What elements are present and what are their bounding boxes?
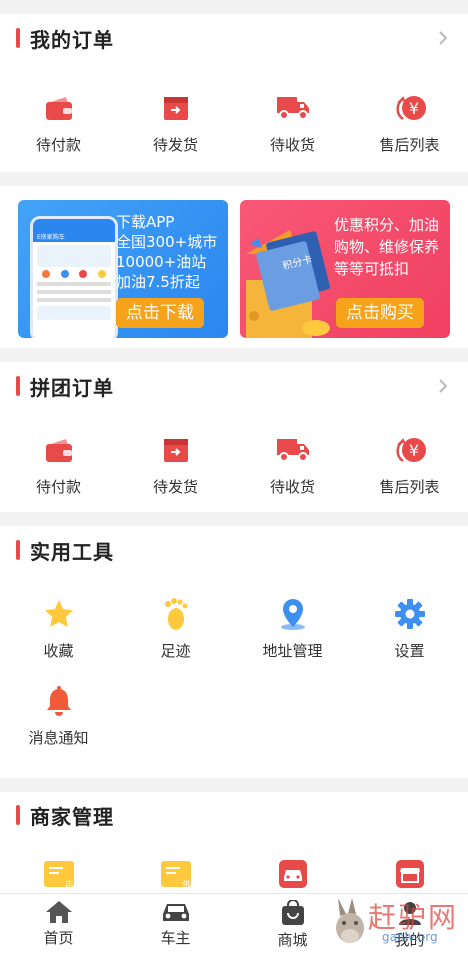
user-icon [398, 902, 421, 925]
car-icon [162, 904, 189, 921]
phone-mockup: E房家购车 [30, 216, 118, 338]
buy-button[interactable]: 点击购买 [336, 298, 424, 328]
tool-label: 足迹 [160, 642, 191, 660]
refund-yen-icon: ¥ [392, 90, 428, 126]
order-label: 待发货 [152, 136, 198, 154]
order-pending-receipt[interactable]: 待收货 [234, 90, 351, 155]
tool-settings[interactable]: 设置 [351, 596, 468, 661]
tab-car-owner[interactable]: 车主 [117, 894, 234, 954]
gift-box-illustration: 积分卡 [242, 224, 332, 338]
section-title: 拼团订单 [30, 375, 114, 400]
home-icon [45, 901, 72, 923]
wallet-icon [41, 432, 77, 468]
order-label: 待收货 [269, 136, 315, 154]
tab-label: 我的 [394, 931, 425, 949]
order-label: 待付款 [35, 478, 81, 496]
refund-yen-icon: ¥ [392, 432, 428, 468]
shopping-bag-icon [281, 900, 304, 925]
ship-box-icon [158, 432, 194, 468]
shop-doc-icon: 店 [41, 856, 77, 892]
download-button[interactable]: 点击下载 [116, 298, 204, 328]
supplier-doc-icon: 供 [158, 856, 194, 892]
tool-notifications[interactable]: 消息通知 [0, 683, 117, 748]
order-label: 待收货 [269, 478, 315, 496]
banner-line: 购物、维修保养 [334, 238, 440, 256]
chevron-right-icon[interactable] [434, 377, 452, 395]
group-order-pending-payment[interactable]: 待付款 [0, 432, 117, 497]
order-label: 待付款 [35, 136, 81, 154]
merchant-header: 商家管理 [0, 792, 468, 838]
group-order-pending-shipment[interactable]: 待发货 [117, 432, 234, 497]
tab-label: 车主 [160, 929, 191, 947]
car-square-icon [275, 856, 311, 892]
merchant-shop[interactable]: 店 [0, 856, 117, 892]
star-icon [41, 596, 77, 632]
banner-line: 加油7.5折起 [116, 273, 200, 291]
group-orders-header[interactable]: 拼团订单 [0, 362, 468, 410]
section-accent-bar [16, 28, 20, 48]
section-accent-bar [16, 540, 20, 560]
tool-label: 地址管理 [262, 642, 323, 660]
order-pending-payment[interactable]: 待付款 [0, 90, 117, 155]
section-accent-bar [16, 805, 20, 825]
buy-points-banner[interactable]: 积分卡 优惠积分、加油 购物、维修保养 等等可抵扣 点击购买 [240, 200, 450, 338]
tab-mall[interactable]: 商城 [234, 894, 351, 954]
section-accent-bar [16, 376, 20, 396]
merchant-badge: 供 [182, 880, 191, 889]
gear-icon [392, 596, 428, 632]
tool-favorites[interactable]: 收藏 [0, 596, 117, 661]
section-title: 我的订单 [30, 27, 114, 52]
my-orders-header[interactable]: 我的订单 [0, 14, 468, 62]
truck-icon [275, 432, 311, 468]
tab-label: 首页 [43, 929, 74, 947]
tool-footprint[interactable]: 足迹 [117, 596, 234, 661]
section-title: 商家管理 [30, 804, 114, 829]
merchant-car[interactable] [234, 856, 351, 892]
footprint-icon [158, 596, 194, 632]
phone-app-title: E房家购车 [33, 231, 115, 242]
banner-line: 下载APP [116, 213, 175, 231]
bottom-tab-bar: 首页 车主 商城 我的 [0, 893, 468, 954]
tools-header: 实用工具 [0, 526, 468, 574]
section-title: 实用工具 [30, 539, 114, 564]
svg-text:¥: ¥ [408, 441, 418, 460]
truck-icon [275, 90, 311, 126]
merchant-supplier[interactable]: 供 [117, 856, 234, 892]
merchant-store[interactable] [351, 856, 468, 892]
store-icon [392, 856, 428, 892]
tab-home[interactable]: 首页 [0, 894, 117, 954]
order-label: 待发货 [152, 478, 198, 496]
order-label: 售后列表 [379, 478, 440, 496]
wallet-icon [41, 90, 77, 126]
chevron-right-icon[interactable] [434, 29, 452, 47]
download-app-banner[interactable]: E房家购车 下载APP 全国300+城市 10000+油站 加油7.5折起 点击… [18, 200, 228, 338]
location-pin-icon [275, 596, 311, 632]
tools-card: 实用工具 收藏 足迹 地址管理 设置 消息通知 [0, 526, 468, 778]
svg-text:¥: ¥ [408, 99, 418, 118]
order-label: 售后列表 [379, 136, 440, 154]
merchant-card: 商家管理 店 供 [0, 792, 468, 893]
merchant-badge: 店 [65, 880, 74, 889]
order-pending-shipment[interactable]: 待发货 [117, 90, 234, 155]
tool-label: 消息通知 [28, 729, 89, 747]
my-orders-card: 我的订单 待付款 待发货 待收货 ¥ 售后列表 [0, 14, 468, 172]
tool-label: 设置 [394, 642, 425, 660]
banner-line: 10000+油站 [116, 253, 207, 271]
tab-mine[interactable]: 我的 [351, 894, 468, 954]
group-order-pending-receipt[interactable]: 待收货 [234, 432, 351, 497]
banner-line: 优惠积分、加油 [334, 216, 440, 234]
bell-icon [41, 683, 77, 719]
group-orders-card: 拼团订单 待付款 待发货 待收货 ¥ 售后列表 [0, 362, 468, 512]
banner-line: 全国300+城市 [116, 233, 218, 251]
banner-line: 等等可抵扣 [334, 260, 410, 278]
ship-box-icon [158, 90, 194, 126]
tool-label: 收藏 [43, 642, 74, 660]
group-order-after-sales[interactable]: ¥ 售后列表 [351, 432, 468, 497]
tool-address-manage[interactable]: 地址管理 [234, 596, 351, 661]
tab-label: 商城 [277, 931, 308, 949]
order-after-sales[interactable]: ¥ 售后列表 [351, 90, 468, 155]
